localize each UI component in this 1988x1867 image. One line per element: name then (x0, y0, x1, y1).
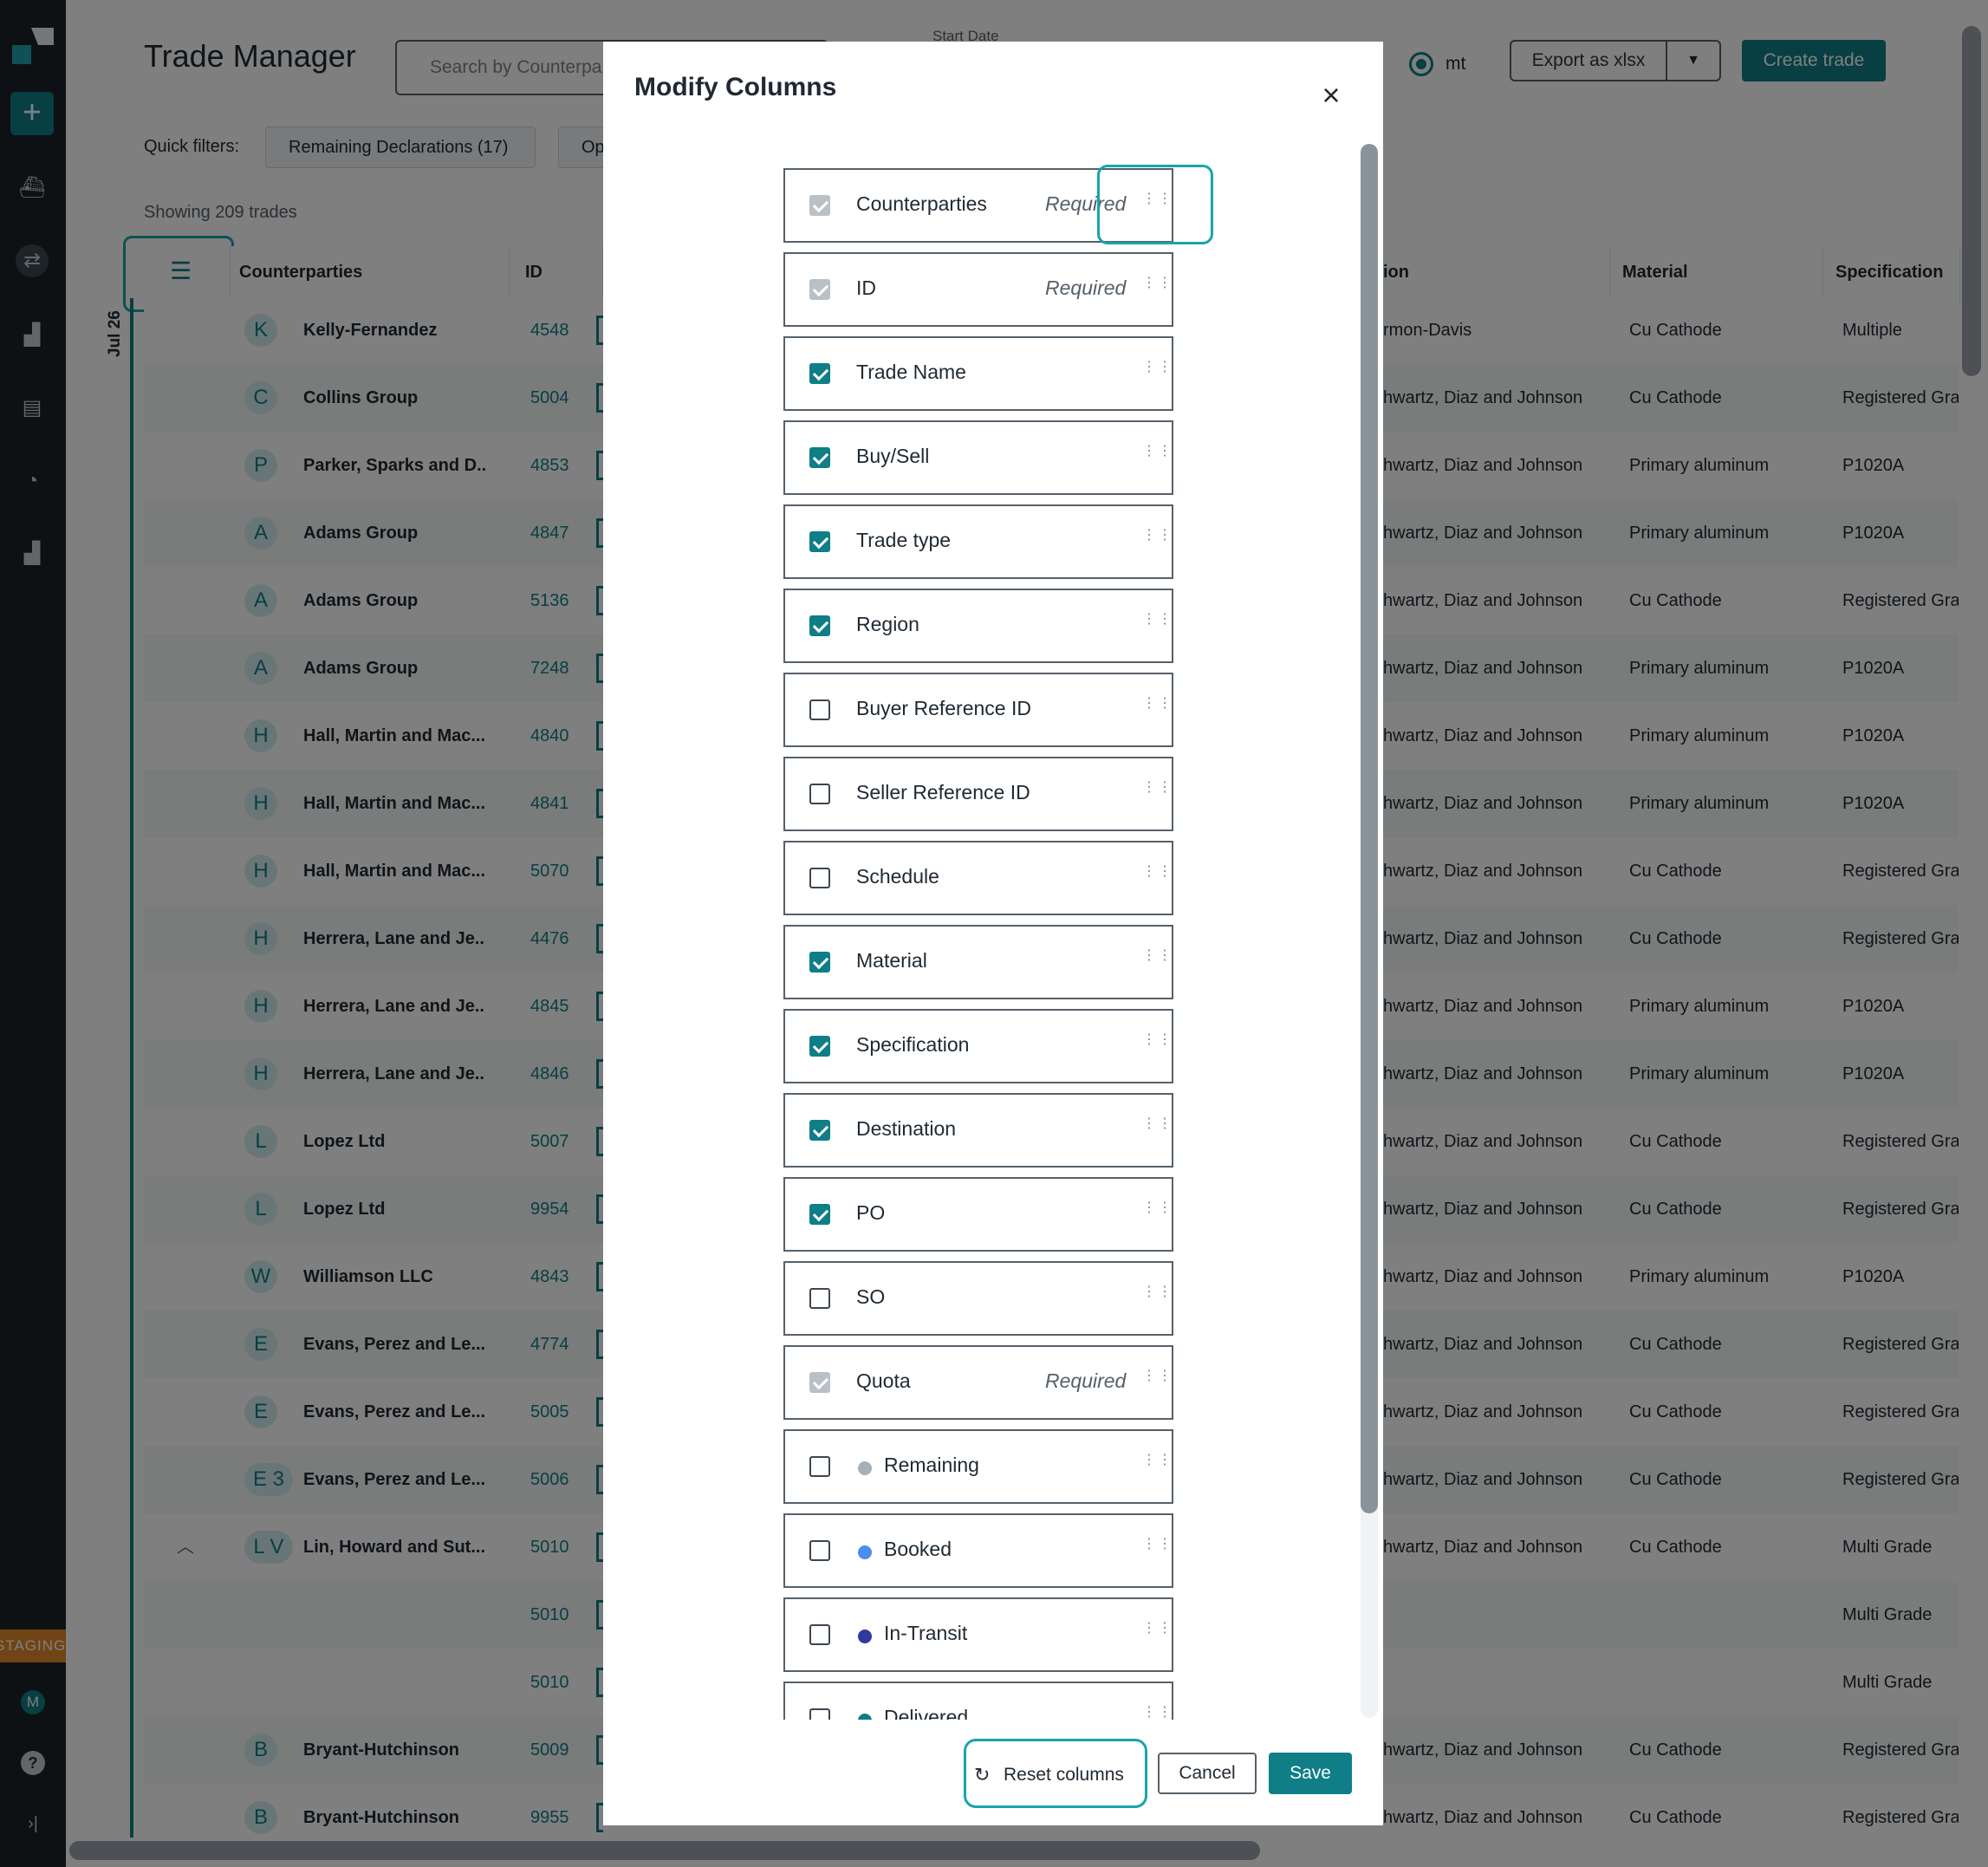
column-checkbox[interactable] (809, 1120, 830, 1141)
column-checkbox[interactable] (809, 868, 830, 888)
drag-handle-icon[interactable]: ⋮⋮ (1142, 1706, 1172, 1720)
column-option[interactable]: Remaining ⋮⋮ (783, 1429, 1173, 1504)
drag-handle-icon[interactable]: ⋮⋮ (1142, 276, 1172, 301)
column-option[interactable]: Region ⋮⋮ (783, 589, 1173, 663)
column-option[interactable]: Schedule ⋮⋮ (783, 841, 1173, 915)
drag-handle-icon[interactable]: ⋮⋮ (1142, 1454, 1172, 1478)
column-option[interactable]: Specification ⋮⋮ (783, 1009, 1173, 1083)
dialog-scroll-thumb[interactable] (1361, 144, 1378, 1513)
column-label: Remaining (884, 1454, 979, 1476)
close-icon[interactable]: × (1312, 76, 1350, 114)
column-checkbox[interactable] (809, 1456, 830, 1477)
drag-handle-icon[interactable]: ⋮⋮ (1142, 949, 1172, 973)
drag-handle-icon[interactable]: ⋮⋮ (1142, 1622, 1172, 1646)
column-option[interactable]: Quota Required ⋮⋮ (783, 1345, 1173, 1420)
column-label: Quota (856, 1369, 911, 1392)
status-dot-icon (858, 1714, 872, 1720)
column-checkbox[interactable] (809, 1624, 830, 1645)
column-label: ID (856, 276, 876, 299)
column-checkbox (809, 279, 830, 300)
column-label: Region (856, 613, 919, 635)
column-option[interactable]: PO ⋮⋮ (783, 1177, 1173, 1252)
dialog-title: Modify Columns (634, 73, 837, 101)
column-label: PO (856, 1201, 886, 1224)
column-checkbox[interactable] (809, 447, 830, 468)
status-dot-icon (858, 1630, 872, 1643)
column-checkbox[interactable] (809, 615, 830, 636)
drag-handle-icon[interactable]: ⋮⋮ (1142, 1538, 1172, 1562)
column-option[interactable]: Buy/Sell ⋮⋮ (783, 420, 1173, 495)
column-option[interactable]: Seller Reference ID ⋮⋮ (783, 757, 1173, 831)
column-option[interactable]: Buyer Reference ID ⋮⋮ (783, 673, 1173, 747)
column-checkbox[interactable] (809, 784, 830, 804)
column-option[interactable]: Trade Name ⋮⋮ (783, 336, 1173, 411)
required-label: Required (1045, 276, 1127, 299)
save-button[interactable]: Save (1269, 1753, 1352, 1794)
drag-handle-icon[interactable]: ⋮⋮ (1142, 1369, 1172, 1394)
column-label: Delivered (884, 1706, 969, 1720)
column-label: Buyer Reference ID (856, 697, 1031, 719)
column-option[interactable]: In-Transit ⋮⋮ (783, 1597, 1173, 1672)
column-checkbox[interactable] (809, 1708, 830, 1720)
column-checkbox[interactable] (809, 531, 830, 552)
status-dot-icon (858, 1545, 872, 1559)
cancel-button[interactable]: Cancel (1158, 1753, 1257, 1794)
column-list: Counterparties Required ⋮⋮ ID Required ⋮⋮ Trad… (783, 168, 1173, 1720)
column-label: Counterparties (856, 192, 987, 215)
column-label: In-Transit (884, 1622, 968, 1644)
column-checkbox[interactable] (809, 1036, 830, 1057)
drag-handle-icon[interactable]: ⋮⋮ (1142, 529, 1172, 553)
column-label: SO (856, 1285, 886, 1308)
column-checkbox[interactable] (809, 1540, 830, 1561)
column-option[interactable]: Destination ⋮⋮ (783, 1093, 1173, 1168)
drag-handle-icon[interactable]: ⋮⋮ (1142, 781, 1172, 805)
column-label: Destination (856, 1117, 957, 1140)
drag-handle-icon[interactable]: ⋮⋮ (1142, 697, 1172, 721)
column-checkbox[interactable] (809, 952, 830, 973)
modify-columns-dialog: Modify Columns × Counterparties Required ⋮… (603, 42, 1383, 1825)
column-option[interactable]: Booked ⋮⋮ (783, 1513, 1173, 1588)
column-label: Trade Name (856, 361, 966, 383)
drag-handle-icon[interactable]: ⋮⋮ (1142, 1117, 1172, 1142)
drag-handle-icon[interactable]: ⋮⋮ (1142, 613, 1172, 637)
column-label: Material (856, 949, 927, 972)
column-label: Schedule (856, 865, 939, 888)
column-checkbox[interactable] (809, 1204, 830, 1225)
drag-handle-icon[interactable]: ⋮⋮ (1142, 361, 1172, 385)
drag-handle-icon[interactable]: ⋮⋮ (1142, 1033, 1172, 1057)
drag-handle-icon[interactable]: ⋮⋮ (1142, 865, 1172, 889)
column-checkbox[interactable] (809, 1288, 830, 1309)
column-option[interactable]: Trade type ⋮⋮ (783, 504, 1173, 579)
drag-handle-icon[interactable]: ⋮⋮ (1142, 1285, 1172, 1310)
column-label: Trade type (856, 529, 952, 551)
drag-handle-highlight (1097, 165, 1213, 244)
column-label: Booked (884, 1538, 952, 1560)
column-option[interactable]: ID Required ⋮⋮ (783, 252, 1173, 327)
column-checkbox (809, 195, 830, 216)
column-option[interactable]: Material ⋮⋮ (783, 925, 1173, 999)
column-label: Buy/Sell (856, 445, 930, 467)
drag-handle-icon[interactable]: ⋮⋮ (1142, 1201, 1172, 1226)
status-dot-icon (858, 1461, 872, 1475)
reset-button-highlight (964, 1739, 1147, 1808)
column-option[interactable]: Delivered ⋮⋮ (783, 1682, 1173, 1720)
drag-handle-icon[interactable]: ⋮⋮ (1142, 445, 1172, 469)
required-label: Required (1045, 1369, 1127, 1392)
column-checkbox (809, 1372, 830, 1393)
column-label: Seller Reference ID (856, 781, 1030, 803)
column-checkbox[interactable] (809, 363, 830, 384)
column-checkbox[interactable] (809, 699, 830, 720)
column-option[interactable]: SO ⋮⋮ (783, 1261, 1173, 1336)
column-label: Specification (856, 1033, 970, 1056)
